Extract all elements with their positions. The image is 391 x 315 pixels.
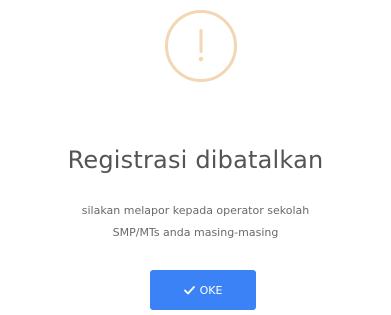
dialog-title: Registrasi dibatalkan (67, 146, 324, 174)
message-line-1: silakan melapor kepada operator sekolah (81, 204, 310, 217)
warning-icon-circle (165, 10, 237, 82)
dialog-message: silakan melapor kepada operator sekolah … (0, 200, 391, 244)
exclamation-icon (198, 29, 204, 62)
oke-button-label: OKE (199, 283, 223, 297)
message-line-2: SMP/MTs anda masing-masing (112, 226, 279, 239)
registration-cancelled-dialog: Registrasi dibatalkan silakan melapor ke… (0, 0, 391, 315)
check-icon (183, 285, 195, 294)
oke-button[interactable]: OKE (150, 270, 256, 310)
